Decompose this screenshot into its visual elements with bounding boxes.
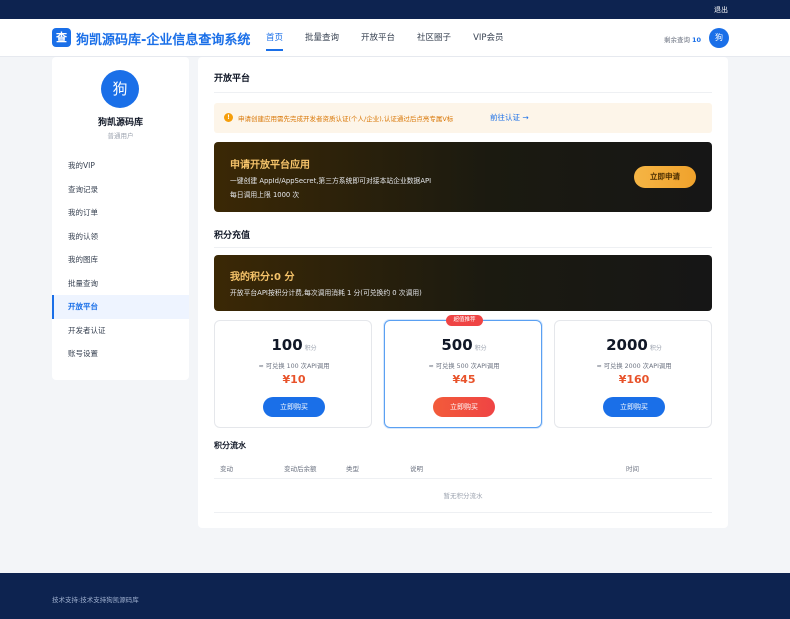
divider (214, 92, 712, 93)
logo-icon[interactable]: 查 (52, 28, 71, 47)
sidebar-menu: 我的VIP 查询记录 我的订单 我的认领 我的图库 批量查询 开放平台 开发者认… (52, 154, 189, 366)
user-avatar[interactable]: 狗 (709, 28, 729, 48)
buy-button[interactable]: 立即购买 (433, 397, 495, 417)
plan-unit: 积分 (304, 345, 317, 352)
logout-link[interactable]: 退出 (714, 5, 728, 15)
my-points: 我的积分:0 分 (230, 272, 295, 283)
page-title: 开放平台 (214, 74, 251, 84)
main-nav: 首页 批量查询 开放平台 社区圈子 VIP会员 (266, 31, 504, 51)
plan-unit: 积分 (474, 345, 487, 352)
sidebar-role: 普通用户 (107, 132, 134, 140)
plan-points: 100 (271, 336, 303, 354)
sidebar-item-open-platform[interactable]: 开放平台 (52, 295, 189, 319)
warning-icon: ! (224, 113, 233, 122)
recharge-plans: 100 积分 ≈ 可兑换 100 次API调用 ¥10 立即购买 超值推荐 500… (214, 315, 712, 428)
footer-text: 技术支持:技术支持狗凯源码库 (52, 596, 139, 604)
recommend-badge: 超值推荐 (446, 315, 483, 326)
plan-card-100[interactable]: 100 积分 ≈ 可兑换 100 次API调用 ¥10 立即购买 (214, 320, 372, 428)
plan-calls: ≈ 可兑换 100 次API调用 (258, 363, 330, 370)
plan-card-2000[interactable]: 2000 积分 ≈ 可兑换 2000 次API调用 ¥160 立即购买 (554, 320, 712, 428)
apply-banner-title: 申请开放平台应用 (230, 160, 310, 171)
sidebar-item-my-claims[interactable]: 我的认领 (52, 225, 189, 249)
sidebar-item-query-history[interactable]: 查询记录 (52, 178, 189, 202)
plan-points: 500 (441, 336, 473, 354)
divider (214, 247, 712, 248)
main-content: 开放平台 ! 申请创建应用需先完成开发者资质认证(个人/企业),认证通过后点亮专… (198, 57, 728, 528)
footer: 技术支持:技术支持狗凯源码库 (0, 573, 790, 619)
buy-button[interactable]: 立即购买 (603, 397, 665, 417)
quota-label: 剩余查询 (663, 36, 690, 44)
apply-app-banner: 申请开放平台应用 一键创建 AppId/AppSecret,第三方系统即可对接本… (214, 142, 712, 212)
quota-value: 10 (691, 36, 701, 44)
go-certify-link[interactable]: 前往认证 → (490, 112, 529, 123)
nav-home[interactable]: 首页 (266, 31, 284, 51)
column-header-change: 变动 (220, 465, 233, 473)
apply-now-button[interactable]: 立即申请 (634, 166, 696, 188)
column-header-time: 时间 (626, 465, 639, 473)
plan-price: ¥10 (282, 373, 306, 386)
nav-batch-query[interactable]: 批量查询 (305, 31, 339, 51)
points-banner: 我的积分:0 分 开放平台API按积分计费,每次调用消耗 1 分(可兑换约 0 … (214, 255, 712, 311)
plan-amount: 100 积分 (215, 336, 373, 354)
apply-banner-desc: 一键创建 AppId/AppSecret,第三方系统即可对接本站企业数据API (230, 177, 432, 185)
column-header-type: 类型 (346, 465, 359, 473)
plan-price: ¥45 (452, 373, 476, 386)
plan-amount: 500 积分 (385, 336, 543, 354)
points-flow-header: 变动 变动后余额 类型 说明 时间 (214, 457, 712, 479)
plan-price: ¥160 (618, 373, 650, 386)
notice-text: 申请创建应用需先完成开发者资质认证(个人/企业),认证通过后点亮专属V标 (238, 115, 454, 123)
plan-calls: ≈ 可兑换 500 次API调用 (428, 363, 500, 370)
plan-points: 2000 (606, 336, 648, 354)
points-flow-empty: 暂无积分流水 (214, 479, 712, 513)
points-desc: 开放平台API按积分计费,每次调用消耗 1 分(可兑换约 0 次调用) (230, 289, 422, 297)
sidebar-item-my-vip[interactable]: 我的VIP (52, 154, 189, 178)
plan-calls: ≈ 可兑换 2000 次API调用 (596, 363, 672, 370)
sidebar-item-batch-query[interactable]: 批量查询 (52, 272, 189, 296)
top-bar: 退出 (0, 0, 790, 19)
buy-button[interactable]: 立即购买 (263, 397, 325, 417)
column-header-desc: 说明 (410, 465, 423, 473)
nav-vip[interactable]: VIP会员 (473, 31, 503, 51)
sidebar-username: 狗凯源码库 (97, 118, 143, 128)
recharge-title: 积分充值 (214, 231, 251, 241)
sidebar-item-my-orders[interactable]: 我的订单 (52, 201, 189, 225)
nav-community[interactable]: 社区圈子 (417, 31, 451, 51)
sidebar-item-my-gallery[interactable]: 我的图库 (52, 248, 189, 272)
remaining-quota: 剩余查询 10 (664, 34, 701, 44)
sidebar-avatar: 狗 (101, 70, 139, 108)
header: 查 狗凯源码库-企业信息查询系统 首页 批量查询 开放平台 社区圈子 VIP会员… (0, 19, 790, 57)
points-flow-title: 积分流水 (214, 441, 246, 450)
plan-unit: 积分 (649, 345, 662, 352)
plan-card-500[interactable]: 超值推荐 500 积分 ≈ 可兑换 500 次API调用 ¥45 立即购买 (384, 315, 543, 428)
sidebar-item-developer-cert[interactable]: 开发者认证 (52, 319, 189, 343)
apply-banner-limit: 每日调用上限 1000 次 (230, 191, 300, 199)
column-header-balance: 变动后余额 (284, 465, 317, 473)
cert-notice: ! 申请创建应用需先完成开发者资质认证(个人/企业),认证通过后点亮专属V标 前… (214, 103, 712, 133)
sidebar-item-account-settings[interactable]: 账号设置 (52, 342, 189, 366)
sidebar: 狗 狗凯源码库 普通用户 我的VIP 查询记录 我的订单 我的认领 我的图库 批… (52, 57, 189, 380)
nav-open-platform[interactable]: 开放平台 (361, 31, 395, 51)
site-title[interactable]: 狗凯源码库-企业信息查询系统 (76, 29, 250, 48)
plan-amount: 2000 积分 (555, 336, 713, 354)
